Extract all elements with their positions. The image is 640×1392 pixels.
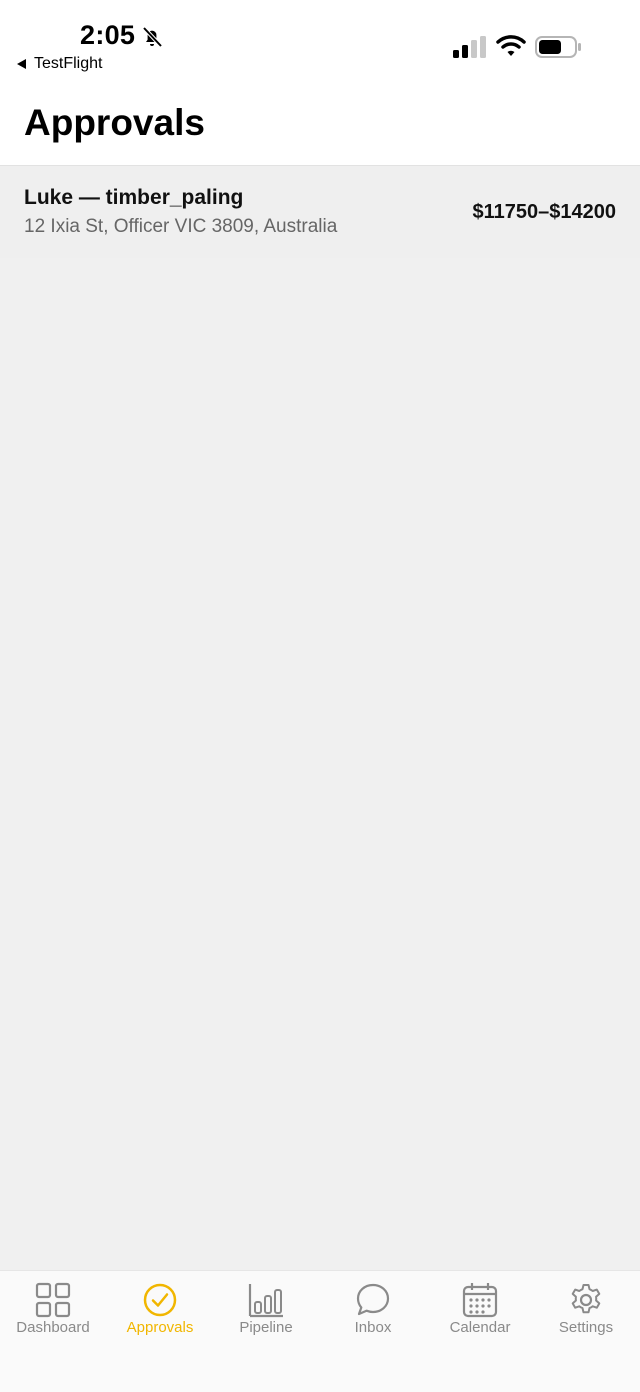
tab-label: Approvals [126,1319,194,1336]
back-app-label: TestFlight [34,55,103,72]
tab-label: Inbox [354,1319,392,1336]
tab-approvals[interactable]: Approvals [107,1271,213,1351]
page-title: Approvals [24,102,205,143]
grid-icon [35,1282,71,1318]
tab-settings[interactable]: Settings [533,1271,639,1351]
cellular-signal-icon [453,36,486,58]
bell-slash-icon [142,26,163,48]
tab-pipeline[interactable]: Pipeline [213,1271,319,1351]
approval-price: $11750–$14200 [472,201,617,223]
gear-icon [571,1284,601,1314]
tab-label: Pipeline [239,1319,293,1336]
tab-calendar[interactable]: Calendar [427,1271,533,1351]
tab-inbox[interactable]: Inbox [320,1271,426,1351]
tab-label: Settings [558,1319,614,1336]
battery-icon [535,36,581,58]
chat-bubble-icon [356,1283,390,1316]
back-arrow-icon [17,59,26,69]
tab-label: Dashboard [16,1319,90,1336]
bar-chart-icon [248,1284,283,1318]
back-to-testflight[interactable]: TestFlight [17,55,102,73]
tab-dashboard[interactable]: Dashboard [0,1271,106,1351]
header: 2:05 TestFlight Approvals [0,0,640,166]
wifi-icon [496,35,526,56]
tab-bar: Dashboard Approvals Pipeline Inbox Calen… [0,1270,640,1392]
tab-label: Calendar [449,1319,511,1336]
calendar-icon [462,1283,498,1318]
status-time: 2:05 [80,20,136,50]
approval-address: 12 Ixia St, Officer VIC 3809, Australia [24,216,338,237]
check-circle-icon [143,1283,177,1317]
approval-title: Luke — timber_paling [24,186,244,209]
